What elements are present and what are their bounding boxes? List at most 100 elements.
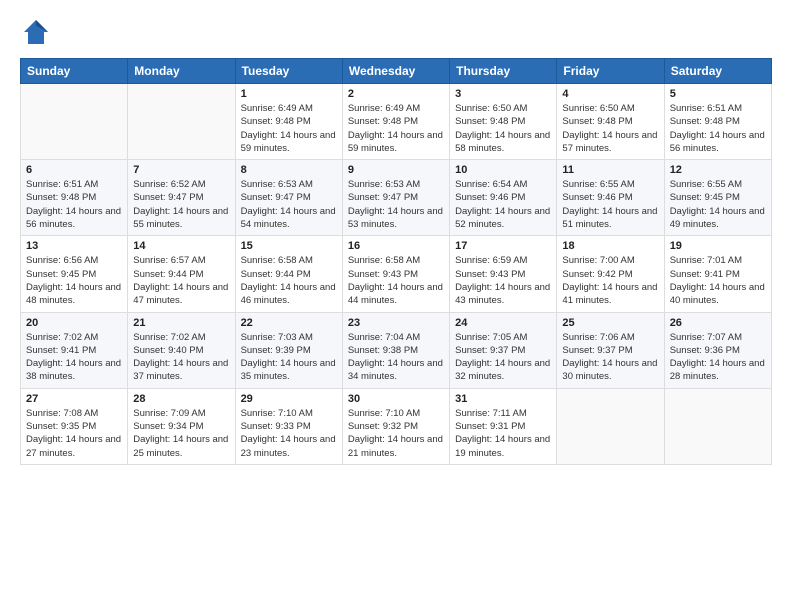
day-info: Sunrise: 6:53 AM Sunset: 9:47 PM Dayligh… [241,178,337,231]
calendar-cell: 8 Sunrise: 6:53 AM Sunset: 9:47 PM Daylig… [235,160,342,236]
day-number: 21 [133,317,229,329]
calendar-cell: 31 Sunrise: 7:11 AM Sunset: 9:31 PM Dayli… [450,388,557,464]
calendar-cell: 13 Sunrise: 6:56 AM Sunset: 9:45 PM Dayli… [21,236,128,312]
day-number: 12 [670,164,766,176]
day-info: Sunrise: 6:56 AM Sunset: 9:45 PM Dayligh… [26,254,122,307]
day-number: 22 [241,317,337,329]
day-info: Sunrise: 7:04 AM Sunset: 9:38 PM Dayligh… [348,331,444,384]
day-number: 28 [133,393,229,405]
calendar: SundayMondayTuesdayWednesdayThursdayFrid… [20,58,772,465]
day-number: 19 [670,240,766,252]
day-info: Sunrise: 7:01 AM Sunset: 9:41 PM Dayligh… [670,254,766,307]
day-number: 11 [562,164,658,176]
day-info: Sunrise: 6:53 AM Sunset: 9:47 PM Dayligh… [348,178,444,231]
day-info: Sunrise: 6:52 AM Sunset: 9:47 PM Dayligh… [133,178,229,231]
day-number: 7 [133,164,229,176]
day-info: Sunrise: 7:05 AM Sunset: 9:37 PM Dayligh… [455,331,551,384]
day-of-week-header: Saturday [664,59,771,84]
day-info: Sunrise: 6:58 AM Sunset: 9:44 PM Dayligh… [241,254,337,307]
calendar-week-row: 20 Sunrise: 7:02 AM Sunset: 9:41 PM Dayli… [21,312,772,388]
calendar-cell: 26 Sunrise: 7:07 AM Sunset: 9:36 PM Dayli… [664,312,771,388]
day-number: 3 [455,88,551,100]
day-info: Sunrise: 7:03 AM Sunset: 9:39 PM Dayligh… [241,331,337,384]
calendar-cell: 20 Sunrise: 7:02 AM Sunset: 9:41 PM Dayli… [21,312,128,388]
day-number: 20 [26,317,122,329]
day-info: Sunrise: 6:59 AM Sunset: 9:43 PM Dayligh… [455,254,551,307]
day-number: 29 [241,393,337,405]
day-info: Sunrise: 6:54 AM Sunset: 9:46 PM Dayligh… [455,178,551,231]
calendar-cell: 22 Sunrise: 7:03 AM Sunset: 9:39 PM Dayli… [235,312,342,388]
day-number: 8 [241,164,337,176]
day-number: 27 [26,393,122,405]
logo-icon [20,16,52,48]
logo [20,16,56,48]
calendar-cell: 2Sunrise: 6:49 AM Sunset: 9:48 PM Daylig… [342,84,449,160]
day-number: 24 [455,317,551,329]
calendar-cell: 19 Sunrise: 7:01 AM Sunset: 9:41 PM Dayli… [664,236,771,312]
day-number: 6 [26,164,122,176]
day-info: Sunrise: 7:07 AM Sunset: 9:36 PM Dayligh… [670,331,766,384]
calendar-cell: 10 Sunrise: 6:54 AM Sunset: 9:46 PM Dayli… [450,160,557,236]
calendar-cell: 17 Sunrise: 6:59 AM Sunset: 9:43 PM Dayli… [450,236,557,312]
day-of-week-header: Friday [557,59,664,84]
header [20,16,772,48]
day-number: 10 [455,164,551,176]
day-number: 18 [562,240,658,252]
day-of-week-header: Thursday [450,59,557,84]
day-number: 17 [455,240,551,252]
calendar-cell: 11 Sunrise: 6:55 AM Sunset: 9:46 PM Dayli… [557,160,664,236]
calendar-header: SundayMondayTuesdayWednesdayThursdayFrid… [21,59,772,84]
day-info: Sunrise: 7:10 AM Sunset: 9:32 PM Dayligh… [348,407,444,460]
calendar-cell: 4 Sunrise: 6:50 AM Sunset: 9:48 PM Daylig… [557,84,664,160]
day-number: 16 [348,240,444,252]
day-number: 4 [562,88,658,100]
day-info: Sunrise: 7:09 AM Sunset: 9:34 PM Dayligh… [133,407,229,460]
day-of-week-header: Sunday [21,59,128,84]
calendar-cell [128,84,235,160]
day-info: Sunrise: 6:51 AM Sunset: 9:48 PM Dayligh… [26,178,122,231]
calendar-cell: 5 Sunrise: 6:51 AM Sunset: 9:48 PM Daylig… [664,84,771,160]
calendar-cell [21,84,128,160]
day-info: Sunrise: 6:51 AM Sunset: 9:48 PM Dayligh… [670,102,766,155]
day-number: 5 [670,88,766,100]
calendar-week-row: 13 Sunrise: 6:56 AM Sunset: 9:45 PM Dayli… [21,236,772,312]
day-of-week-header: Monday [128,59,235,84]
day-info: Sunrise: 6:50 AM Sunset: 9:48 PM Dayligh… [562,102,658,155]
day-number: 25 [562,317,658,329]
day-info: Sunrise: 7:11 AM Sunset: 9:31 PM Dayligh… [455,407,551,460]
calendar-week-row: 27Sunrise: 7:08 AM Sunset: 9:35 PM Dayli… [21,388,772,464]
day-number: 23 [348,317,444,329]
calendar-cell: 12Sunrise: 6:55 AM Sunset: 9:45 PM Dayli… [664,160,771,236]
day-info: Sunrise: 6:55 AM Sunset: 9:46 PM Dayligh… [562,178,658,231]
calendar-cell: 3 Sunrise: 6:50 AM Sunset: 9:48 PM Daylig… [450,84,557,160]
day-number: 9 [348,164,444,176]
days-of-week-row: SundayMondayTuesdayWednesdayThursdayFrid… [21,59,772,84]
day-info: Sunrise: 7:10 AM Sunset: 9:33 PM Dayligh… [241,407,337,460]
calendar-cell: 21Sunrise: 7:02 AM Sunset: 9:40 PM Dayli… [128,312,235,388]
day-of-week-header: Wednesday [342,59,449,84]
calendar-cell: 18Sunrise: 7:00 AM Sunset: 9:42 PM Dayli… [557,236,664,312]
day-number: 15 [241,240,337,252]
calendar-cell [557,388,664,464]
calendar-cell: 1Sunrise: 6:49 AM Sunset: 9:48 PM Daylig… [235,84,342,160]
calendar-cell: 25Sunrise: 7:06 AM Sunset: 9:37 PM Dayli… [557,312,664,388]
day-number: 14 [133,240,229,252]
day-number: 30 [348,393,444,405]
calendar-cell [664,388,771,464]
calendar-cell: 16Sunrise: 6:58 AM Sunset: 9:43 PM Dayli… [342,236,449,312]
day-info: Sunrise: 7:02 AM Sunset: 9:41 PM Dayligh… [26,331,122,384]
day-info: Sunrise: 6:49 AM Sunset: 9:48 PM Dayligh… [241,102,337,155]
day-number: 31 [455,393,551,405]
calendar-cell: 15 Sunrise: 6:58 AM Sunset: 9:44 PM Dayli… [235,236,342,312]
calendar-week-row: 1Sunrise: 6:49 AM Sunset: 9:48 PM Daylig… [21,84,772,160]
day-number: 26 [670,317,766,329]
calendar-cell: 30 Sunrise: 7:10 AM Sunset: 9:32 PM Dayli… [342,388,449,464]
day-number: 2 [348,88,444,100]
calendar-cell: 27Sunrise: 7:08 AM Sunset: 9:35 PM Dayli… [21,388,128,464]
calendar-cell: 28 Sunrise: 7:09 AM Sunset: 9:34 PM Dayli… [128,388,235,464]
day-number: 13 [26,240,122,252]
calendar-cell: 14Sunrise: 6:57 AM Sunset: 9:44 PM Dayli… [128,236,235,312]
day-info: Sunrise: 6:50 AM Sunset: 9:48 PM Dayligh… [455,102,551,155]
day-of-week-header: Tuesday [235,59,342,84]
calendar-cell: 9 Sunrise: 6:53 AM Sunset: 9:47 PM Daylig… [342,160,449,236]
